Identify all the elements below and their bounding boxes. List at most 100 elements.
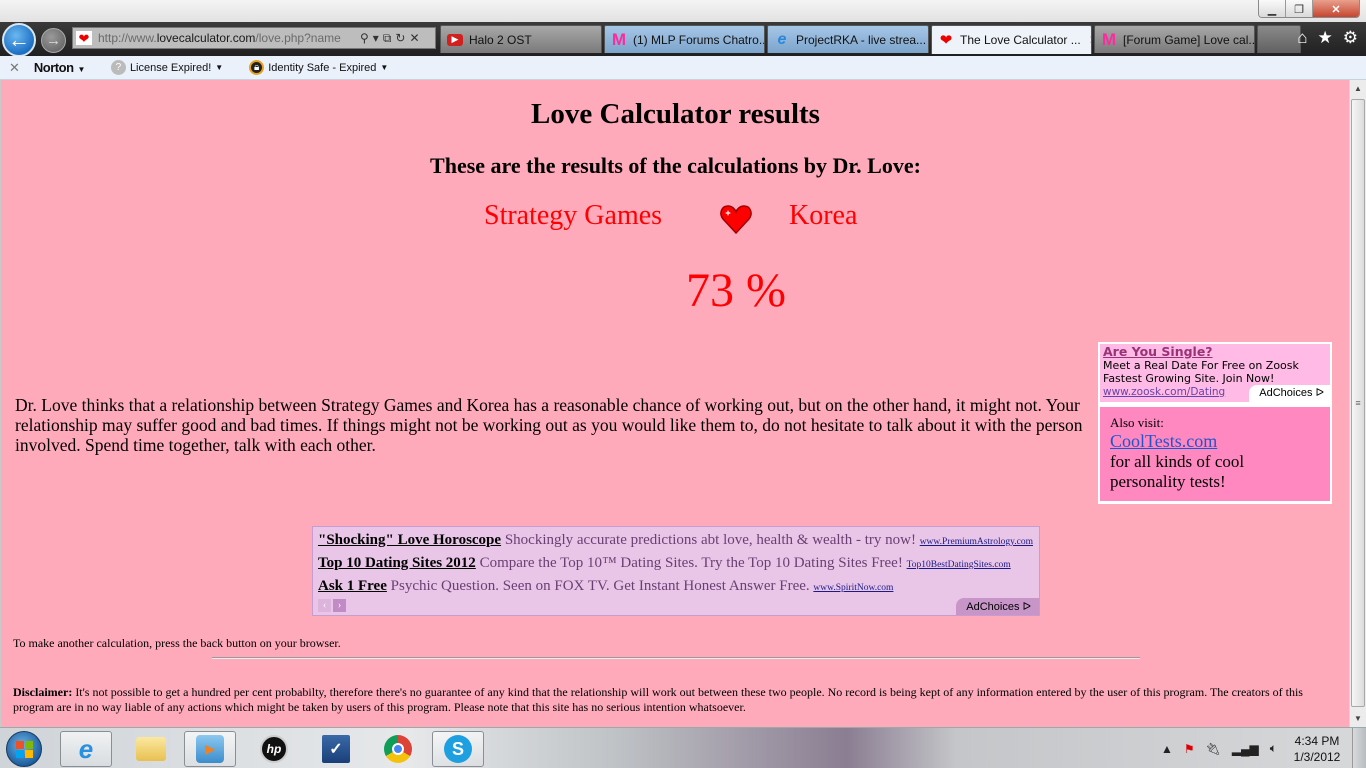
ad-text: Shockingly accurate predictions abt love… xyxy=(504,532,916,548)
lock-icon: 🔒︎ xyxy=(249,60,265,75)
adchoices-button[interactable]: AdChoices ᐅ xyxy=(956,598,1039,615)
search-icon[interactable]: ⚲ xyxy=(360,31,369,45)
divider xyxy=(212,657,1140,659)
adchoices-icon: ᐅ xyxy=(1022,601,1031,613)
youtube-icon: ▶ xyxy=(447,33,463,46)
mlp-forums-icon: M xyxy=(1101,29,1117,49)
action-center-flag-icon[interactable]: ⚑ xyxy=(1184,742,1195,756)
dropdown-caret-icon[interactable]: ▾ xyxy=(373,31,379,45)
home-icon[interactable]: ⌂ xyxy=(1297,28,1307,48)
power-icon[interactable]: 🔌︎ xyxy=(1206,742,1221,756)
norton-menu[interactable]: Norton ▼ xyxy=(34,60,86,75)
result-description: Dr. Love thinks that a relationship betw… xyxy=(15,395,1083,455)
ie-icon: e xyxy=(777,30,787,48)
arrow-right-icon: → xyxy=(46,32,61,49)
bottom-ad-block: "Shocking" Love Horoscope Shockingly acc… xyxy=(312,526,1040,616)
show-hidden-icons[interactable]: ▲ xyxy=(1161,742,1173,756)
license-expired-menu[interactable]: ? License Expired! ▼ xyxy=(110,60,224,75)
clock-date: 1/3/2012 xyxy=(1293,749,1341,764)
adchoices-icon: ᐅ xyxy=(1315,386,1324,399)
ad-row[interactable]: "Shocking" Love Horoscope Shockingly acc… xyxy=(318,529,1034,552)
tab-love-calculator[interactable]: ❤ The Love Calculator ... ✕ xyxy=(931,25,1092,54)
taskbar-app-checkmark[interactable]: ✓ xyxy=(310,731,362,767)
internet-explorer-icon: e xyxy=(78,733,94,764)
new-tab-button[interactable] xyxy=(1257,25,1301,53)
taskbar-media-player[interactable]: ▶ xyxy=(184,731,236,767)
ad-row[interactable]: Top 10 Dating Sites 2012 Compare the Top… xyxy=(318,552,1034,575)
navigation-bar: ← → ❤ http://www.lovecalculator.com/love… xyxy=(0,22,1366,57)
show-desktop-button[interactable] xyxy=(1352,728,1366,768)
first-name: Strategy Games xyxy=(484,200,663,231)
scroll-up-icon[interactable]: ▲ xyxy=(1350,80,1366,97)
ad-row[interactable]: Ask 1 Free Psychic Question. Seen on FOX… xyxy=(318,575,1034,598)
restore-button[interactable]: ❐ xyxy=(1286,0,1313,17)
favorites-star-icon[interactable]: ★ xyxy=(1318,28,1333,48)
mlp-forums-icon: M xyxy=(611,29,627,49)
ad-line-2: Fastest Growing Site. Join Now! xyxy=(1103,372,1275,385)
ad-title-link[interactable]: "Shocking" Love Horoscope xyxy=(318,532,501,548)
system-tray: ▲ ⚑ 🔌︎ ▂▄▆ 🔈︎ 4:34 PM 1/3/2012 xyxy=(1161,728,1346,768)
chevron-down-icon: ▼ xyxy=(215,63,224,72)
zoosk-ad[interactable]: Are You Single? Meet a Real Date For Fre… xyxy=(1100,344,1330,402)
media-player-icon: ▶ xyxy=(196,735,224,763)
also-visit-label: Also visit: xyxy=(1110,415,1164,430)
ad-text: Compare the Top 10™ Dating Sites. Try th… xyxy=(479,555,903,571)
adchoices-button[interactable]: AdChoices ᐅ xyxy=(1249,384,1330,402)
promo-text: for all kinds of cool personality tests! xyxy=(1110,452,1245,491)
network-signal-icon[interactable]: ▂▄▆ xyxy=(1232,742,1259,756)
scrollbar-thumb[interactable]: ≡ xyxy=(1351,99,1365,707)
stop-icon[interactable]: ✕ xyxy=(409,31,419,45)
close-toolbar-icon[interactable]: ✕ xyxy=(9,60,20,76)
hp-icon: hp xyxy=(260,735,288,763)
heart-icon xyxy=(720,205,752,235)
taskbar-skype[interactable]: S xyxy=(432,731,484,767)
vertical-scrollbar[interactable]: ▲ ≡ ▼ xyxy=(1349,80,1366,727)
ad-title-link[interactable]: Top 10 Dating Sites 2012 xyxy=(318,555,476,571)
tab-strip: ▶ Halo 2 OST M (1) MLP Forums Chatro... … xyxy=(440,25,1303,55)
taskbar-hp[interactable]: hp xyxy=(248,731,300,767)
cooltests-promo: Also visit: CoolTests.com for all kinds … xyxy=(1100,407,1330,501)
back-button[interactable]: ← xyxy=(2,23,36,57)
cooltests-link[interactable]: CoolTests.com xyxy=(1110,431,1217,451)
norton-toolbar: ✕ Norton ▼ ? License Expired! ▼ 🔒︎ Identi… xyxy=(0,56,1366,80)
forward-button[interactable]: → xyxy=(41,28,66,53)
close-tab-icon[interactable]: ✕ xyxy=(1089,33,1091,47)
identity-safe-menu[interactable]: 🔒︎ Identity Safe - Expired ▼ xyxy=(249,60,388,75)
tab-projectrka[interactable]: e ProjectRKA - live strea... xyxy=(767,25,929,53)
ad-url-link[interactable]: www.PremiumAstrology.com xyxy=(920,537,1033,547)
disclaimer: Disclaimer: It's not possible to get a h… xyxy=(13,685,1343,715)
minimize-button[interactable]: ▁ xyxy=(1259,0,1286,17)
clock[interactable]: 4:34 PM 1/3/2012 xyxy=(1288,733,1346,765)
disclaimer-label: Disclaimer: xyxy=(13,685,73,699)
start-button[interactable] xyxy=(6,731,42,767)
tab-mlp-forums-chatroom[interactable]: M (1) MLP Forums Chatro... xyxy=(604,25,765,53)
ad-url-link[interactable]: www.SpiritNow.com xyxy=(813,583,893,593)
previous-ad-icon[interactable]: ‹ xyxy=(318,599,331,612)
taskbar-internet-explorer[interactable]: e xyxy=(60,731,112,767)
ad-text: Psychic Question. Seen on FOX TV. Get In… xyxy=(390,578,810,594)
arrow-left-icon: ← xyxy=(8,27,30,52)
folder-icon xyxy=(136,737,166,761)
ad-title-link[interactable]: Are You Single? xyxy=(1103,345,1327,359)
checkmark-app-icon: ✓ xyxy=(322,735,350,763)
taskbar-windows-explorer[interactable] xyxy=(125,731,177,767)
gear-icon[interactable]: ⚙ xyxy=(1343,28,1358,48)
refresh-icon[interactable]: ↻ xyxy=(395,31,405,45)
address-url[interactable]: http://www.lovecalculator.com/love.php?n… xyxy=(98,31,356,45)
scroll-down-icon[interactable]: ▼ xyxy=(1350,710,1366,727)
ad-url-link[interactable]: Top10BestDatingSites.com xyxy=(907,560,1011,570)
second-name: Korea xyxy=(789,200,858,231)
ad-title-link[interactable]: Ask 1 Free xyxy=(318,578,387,594)
tab-halo-2-ost[interactable]: ▶ Halo 2 OST xyxy=(440,25,602,53)
window-titlebar: ▁ ❐ ✕ xyxy=(0,0,1366,22)
volume-icon[interactable]: 🔈︎ xyxy=(1270,741,1277,756)
taskbar-chrome[interactable] xyxy=(372,731,424,767)
compatibility-view-icon[interactable]: ⧉ xyxy=(383,31,392,46)
tab-forum-game-love-calculator[interactable]: M [Forum Game] Love cal... xyxy=(1094,25,1255,53)
page-subtitle: These are the results of the calculation… xyxy=(430,153,921,178)
close-window-button[interactable]: ✕ xyxy=(1313,0,1359,17)
next-ad-icon[interactable]: › xyxy=(333,599,346,612)
match-percentage: 73 % xyxy=(686,264,786,317)
side-advertisement: Are You Single? Meet a Real Date For Fre… xyxy=(1098,342,1332,504)
address-bar[interactable]: ❤ http://www.lovecalculator.com/love.php… xyxy=(72,27,436,49)
